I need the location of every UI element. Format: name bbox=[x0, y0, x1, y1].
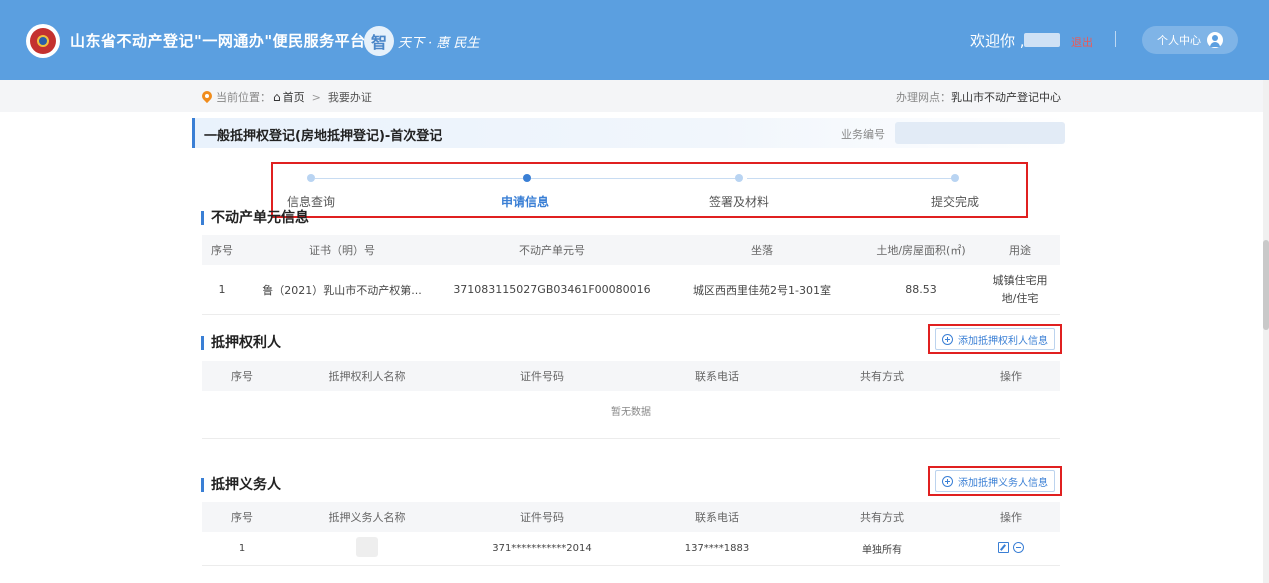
step-connector bbox=[315, 178, 523, 179]
header-divider bbox=[1115, 31, 1116, 47]
step-label-4: 提交完成 bbox=[930, 195, 980, 209]
edit-icon[interactable] bbox=[998, 541, 1009, 553]
mortgagor-name-cell bbox=[282, 537, 452, 560]
col-header: 联系电话 bbox=[695, 511, 739, 524]
col-header: 抵押义务人名称 bbox=[328, 511, 406, 524]
breadcrumb-bar: 当前位置： ⌂ 首页 > 我要办证 办理网点：乳山市不动产登记中心 bbox=[0, 80, 1269, 112]
col-header: 序号 bbox=[231, 511, 253, 524]
page-title-bar: 一般抵押权登记(房地抵押登记)-首次登记 业务编号 bbox=[192, 118, 1070, 148]
add-mortgagor-button[interactable]: 添加抵押义务人信息 bbox=[935, 470, 1055, 492]
property-usage: 城镇住宅用地/住宅 bbox=[992, 273, 1048, 305]
col-header: 序号 bbox=[211, 244, 233, 257]
mortgagor-phone: 137****1883 bbox=[684, 543, 750, 554]
col-header: 操作 bbox=[1000, 511, 1022, 524]
col-header: 证件号码 bbox=[520, 511, 564, 524]
plus-circle-icon bbox=[942, 475, 953, 487]
highlight-add-mortgagee: 添加抵押权利人信息 bbox=[928, 324, 1062, 354]
mortgagor-table-header: 序号 抵押义务人名称 证件号码 联系电话 共有方式 操作 bbox=[202, 502, 1060, 532]
name-redacted bbox=[356, 537, 378, 557]
welcome-text: 欢迎你 , bbox=[970, 32, 1025, 50]
site-title: 山东省不动产登记"一网通办"便民服务平台 bbox=[70, 32, 366, 50]
business-number-redacted bbox=[895, 122, 1065, 144]
row-number: 1 bbox=[238, 543, 246, 554]
add-mortgagor-label: 添加抵押义务人信息 bbox=[958, 477, 1048, 489]
col-header: 不动产单元号 bbox=[519, 244, 585, 257]
user-avatar-icon bbox=[1207, 32, 1223, 48]
add-mortgagee-label: 添加抵押权利人信息 bbox=[958, 335, 1048, 347]
col-header: 操作 bbox=[1000, 370, 1022, 383]
col-header: 共有方式 bbox=[860, 370, 904, 383]
col-header: 用途 bbox=[1009, 244, 1031, 257]
office-name: 乳山市不动产登记中心 bbox=[951, 91, 1061, 104]
step-label-2: 申请信息 bbox=[500, 195, 550, 209]
step-connector bbox=[747, 178, 955, 179]
col-header: 抵押权利人名称 bbox=[328, 370, 406, 383]
mortgagor-id-number: 371***********2014 bbox=[492, 543, 592, 554]
certificate-number: 鲁（2021）乳山市不动产权第... bbox=[262, 283, 422, 297]
section-title-property: 不动产单元信息 bbox=[201, 211, 309, 225]
step-dot-2 bbox=[523, 174, 531, 182]
breadcrumb: 当前位置： ⌂ 首页 > 我要办证 bbox=[202, 89, 372, 105]
col-header: 土地/房屋面积(㎡) bbox=[876, 244, 966, 257]
plus-circle-icon bbox=[942, 333, 953, 345]
col-header: 证书（明）号 bbox=[309, 244, 375, 257]
breadcrumb-prefix: 当前位置： bbox=[216, 91, 271, 104]
table-row: 1 371***********2014 137****1883 单独所有 bbox=[202, 532, 1060, 566]
progress-steps: 信息查询 申请信息 签署及材料 提交完成 bbox=[271, 162, 1028, 218]
personal-center-label: 个人中心 bbox=[1157, 34, 1201, 47]
location-pin-icon bbox=[202, 91, 212, 103]
business-number-label: 业务编号 bbox=[841, 128, 885, 141]
table-divider bbox=[202, 438, 1060, 439]
slogan-logo: 智 天下 · 惠 民生 bbox=[364, 22, 480, 60]
remove-icon[interactable] bbox=[1013, 541, 1024, 553]
step-dot-4 bbox=[951, 174, 959, 182]
col-header: 联系电话 bbox=[695, 370, 739, 383]
step-label-1: 信息查询 bbox=[286, 195, 336, 209]
row-actions bbox=[962, 541, 1060, 556]
col-header: 共有方式 bbox=[860, 511, 904, 524]
property-area: 88.53 bbox=[905, 283, 937, 296]
office-label: 办理网点： bbox=[896, 91, 951, 104]
breadcrumb-home-link[interactable]: 首页 bbox=[283, 89, 305, 105]
step-connector bbox=[531, 178, 739, 179]
page-title: 一般抵押权登记(房地抵押登记)-首次登记 bbox=[204, 129, 443, 144]
col-header: 坐落 bbox=[751, 244, 773, 257]
breadcrumb-separator: > bbox=[311, 90, 321, 104]
add-mortgagee-button[interactable]: 添加抵押权利人信息 bbox=[935, 328, 1055, 350]
row-number: 1 bbox=[218, 283, 226, 296]
home-icon[interactable]: ⌂ bbox=[273, 90, 281, 104]
table-row: 1 鲁（2021）乳山市不动产权第... 371083115027GB03461… bbox=[202, 265, 1060, 315]
property-location: 城区西西里佳苑2号1-301室 bbox=[693, 283, 831, 297]
scrollbar-thumb[interactable] bbox=[1263, 240, 1269, 330]
step-label-3: 签署及材料 bbox=[708, 195, 770, 209]
username-redacted bbox=[1024, 33, 1060, 47]
property-table-header: 序号 证书（明）号 不动产单元号 坐落 土地/房屋面积(㎡) 用途 bbox=[202, 235, 1060, 265]
page-scrollbar[interactable] bbox=[1263, 80, 1269, 583]
step-dot-3 bbox=[735, 174, 743, 182]
breadcrumb-current: 我要办证 bbox=[327, 91, 372, 104]
section-title-mortgagor: 抵押义务人 bbox=[201, 478, 281, 492]
logout-link[interactable]: 退出 bbox=[1071, 34, 1093, 50]
site-logo[interactable] bbox=[26, 24, 60, 58]
slogan-text: 天下 · 惠 民生 bbox=[398, 35, 480, 51]
step-dot-1 bbox=[307, 174, 315, 182]
empty-state-text: 暂无数据 bbox=[611, 407, 651, 418]
mortgagee-table-header: 序号 抵押权利人名称 证件号码 联系电话 共有方式 操作 bbox=[202, 361, 1060, 391]
col-header: 证件号码 bbox=[520, 370, 564, 383]
section-title-mortgagee: 抵押权利人 bbox=[201, 336, 281, 350]
service-office: 办理网点：乳山市不动产登记中心 bbox=[896, 89, 1061, 105]
unit-number: 371083115027GB03461F00080016 bbox=[453, 283, 651, 296]
personal-center-button[interactable]: 个人中心 bbox=[1142, 26, 1238, 54]
slogan-badge-icon: 智 bbox=[364, 26, 394, 56]
highlight-add-mortgagor: 添加抵押义务人信息 bbox=[928, 466, 1062, 496]
top-header: 山东省不动产登记"一网通办"便民服务平台 智 天下 · 惠 民生 欢迎你 , 退… bbox=[0, 0, 1269, 80]
mortgagor-share-type: 单独所有 bbox=[862, 545, 902, 556]
col-header: 序号 bbox=[231, 370, 253, 383]
